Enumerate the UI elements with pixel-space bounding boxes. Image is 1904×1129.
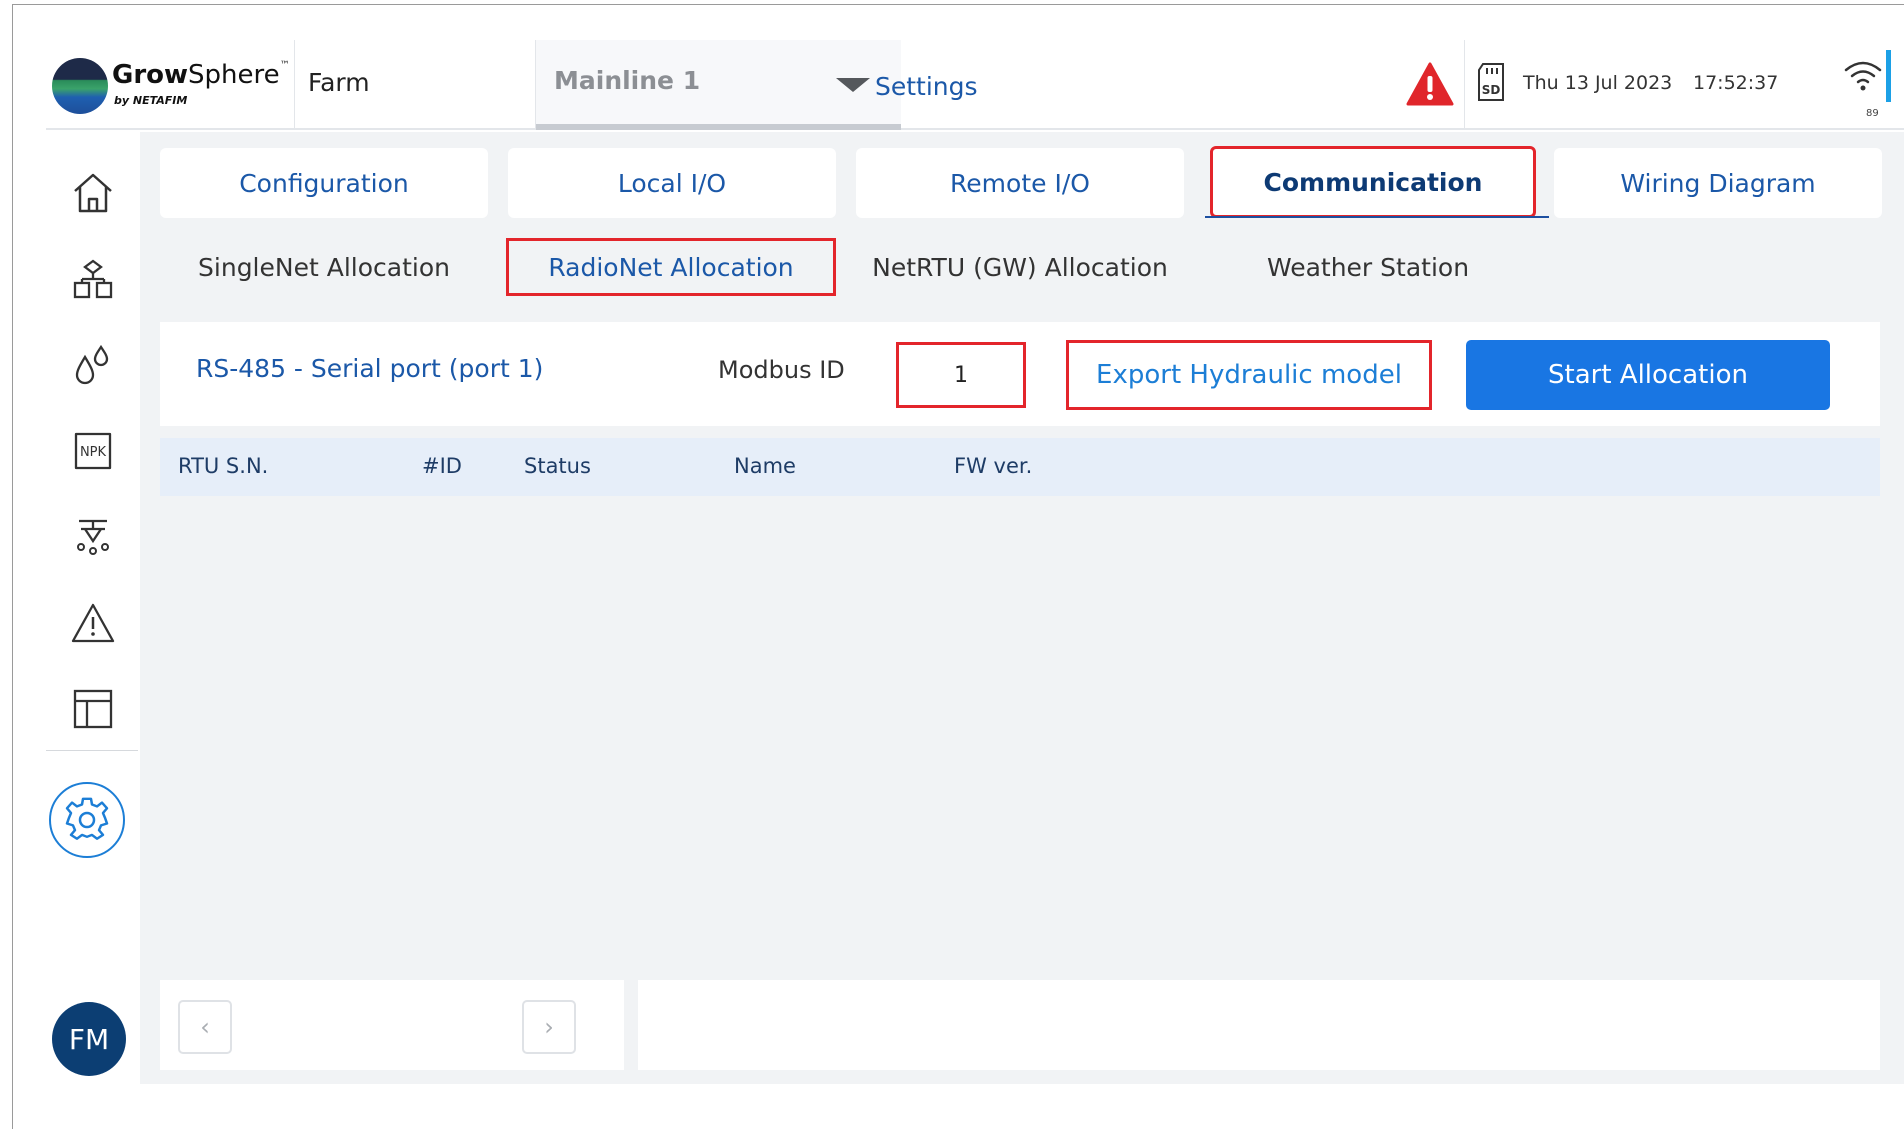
growsphere-globe-icon (52, 58, 108, 114)
logo[interactable]: GrowSphere™ by NETAFIM (46, 40, 295, 130)
subtab-singlenet[interactable]: SingleNet Allocation (160, 238, 488, 296)
modbus-id-input[interactable] (896, 342, 1026, 408)
sd-card-icon: SD (1475, 62, 1507, 106)
layout-icon[interactable] (62, 680, 124, 738)
sidebar-divider (46, 750, 138, 751)
footer-panel (638, 980, 1880, 1070)
tab-remote-io[interactable]: Remote I/O (856, 148, 1184, 218)
column-rtu-sn[interactable]: RTU S.N. (178, 454, 268, 478)
settings-nav-active[interactable] (49, 782, 125, 858)
export-hydraulic-model-button[interactable]: Export Hydraulic model (1066, 340, 1432, 410)
chevron-down-icon (836, 78, 870, 92)
mainline-value: Mainline 1 (554, 66, 701, 95)
modbus-id-label: Modbus ID (718, 356, 845, 384)
logo-text: GrowSphere™ (112, 60, 290, 90)
column-fw-ver[interactable]: FW ver. (954, 454, 1032, 478)
irrigation-icon[interactable] (62, 508, 124, 566)
npk-label: NPK (80, 445, 107, 460)
gear-icon (65, 797, 109, 840)
subtab-radionet[interactable]: RadioNet Allocation (506, 238, 836, 296)
subtab-weather-station[interactable]: Weather Station (1204, 238, 1532, 296)
time-text: 17:52:37 (1693, 72, 1779, 94)
port-label: RS-485 - Serial port (port 1) (196, 354, 544, 383)
sidebar: NPK FM (46, 132, 138, 1084)
tab-local-io[interactable]: Local I/O (508, 148, 836, 218)
edge-indicator (1886, 50, 1891, 102)
wifi-icon (1843, 58, 1883, 98)
sd-label: SD (1482, 83, 1501, 97)
page-title: Settings (875, 72, 978, 101)
alarm-icon[interactable] (1406, 62, 1454, 110)
wifi-level: 89 (1866, 108, 1879, 119)
column-status[interactable]: Status (524, 454, 591, 478)
farm-label: Farm (308, 68, 370, 97)
network-icon[interactable] (62, 250, 124, 308)
date-text: Thu 13 Jul 2023 (1523, 72, 1673, 94)
column-name[interactable]: Name (734, 454, 796, 478)
water-drops-icon[interactable] (62, 336, 124, 394)
logo-by-netafim: by NETAFIM (114, 94, 188, 107)
tab-configuration[interactable]: Configuration (160, 148, 488, 218)
npk-icon[interactable]: NPK (62, 422, 124, 480)
active-tab-underline (1205, 216, 1549, 218)
mainline-dropdown[interactable]: Mainline 1 (536, 40, 901, 130)
prev-page-button[interactable]: ‹ (178, 1000, 232, 1054)
alert-icon[interactable] (62, 594, 124, 652)
tab-wiring-diagram[interactable]: Wiring Diagram (1554, 148, 1882, 218)
home-icon[interactable] (62, 164, 124, 222)
farm-selector[interactable]: Farm (296, 40, 536, 130)
allocation-toolbar: RS-485 - Serial port (port 1) Modbus ID … (160, 322, 1880, 426)
top-bar: GrowSphere™ by NETAFIM Farm Mainline 1 S… (46, 40, 1904, 130)
tab-communication[interactable]: Communication (1210, 146, 1536, 218)
status-area: SD Thu 13 Jul 2023 17:52:37 (1464, 40, 1864, 130)
table-header: RTU S.N. #ID Status Name FW ver. (160, 438, 1880, 496)
main-content: Configuration Local I/O Remote I/O Commu… (140, 132, 1904, 1084)
avatar[interactable]: FM (52, 1002, 126, 1076)
column-id[interactable]: #ID (422, 454, 462, 478)
pagination: ‹ › (160, 980, 624, 1070)
start-allocation-button[interactable]: Start Allocation (1466, 340, 1830, 410)
next-page-button[interactable]: › (522, 1000, 576, 1054)
subtab-netrtu[interactable]: NetRTU (GW) Allocation (856, 238, 1184, 296)
